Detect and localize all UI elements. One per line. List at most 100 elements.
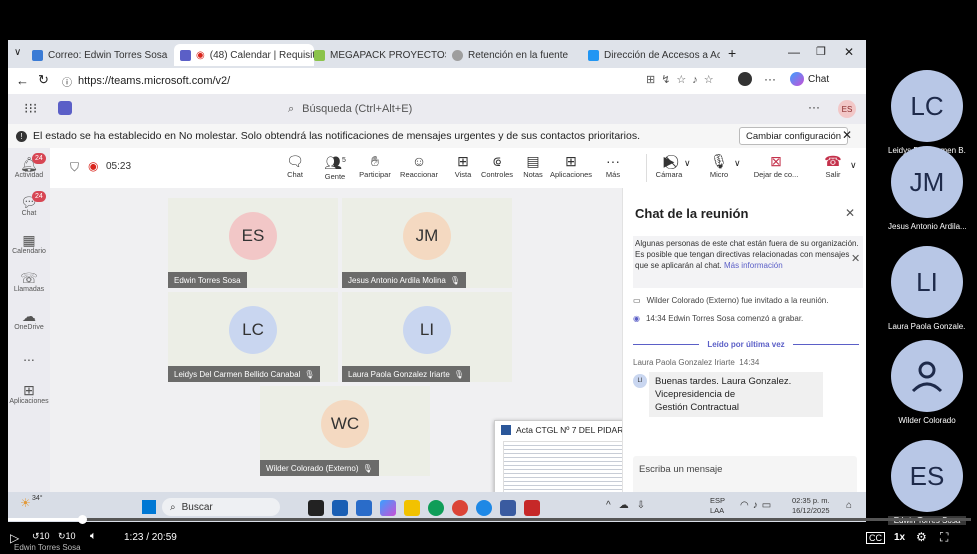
volume-icon[interactable]: 🔈︎ [90,530,97,543]
chat-app-icon[interactable] [476,500,492,516]
more-info-link[interactable]: Más información [724,261,783,270]
shield-icon: ⛉ [70,160,80,174]
sidebar-participant[interactable]: LC Leidys Del Carmen B... [888,70,966,155]
app-icon[interactable] [332,500,348,516]
drive-icon [314,49,325,61]
teams-taskbar-icon[interactable] [500,500,516,516]
tile-name-text: Jesus Antonio Ardila Molina [348,275,446,285]
stop-share-icon: ⊠ [770,153,782,169]
participant-tile[interactable]: ES Edwin Torres Sosa [168,198,338,288]
close-chat-icon[interactable]: ✕ [845,206,855,220]
tab-correo[interactable]: Correo: Edwin Torres Sosa ✕ [32,44,172,66]
minimize-icon[interactable]: — [788,45,800,59]
tool-raise-hand[interactable]: ✋︎ Participar [352,152,398,179]
network-volume-battery-icons[interactable]: ◠♪▭ [740,500,775,511]
divider [633,344,700,345]
windows-start-icon[interactable] [142,500,156,514]
skip-back-button[interactable]: ↺10 [32,531,50,542]
message-bubble[interactable]: Buenas tardes. Laura Gonzalez. Vicepresi… [649,372,823,417]
notification-icon[interactable]: ⌂ [846,500,852,511]
participant-tile[interactable]: LC Leidys Del Carmen Bellido Canabal 🎙︎ [168,292,338,382]
skip-forward-button[interactable]: ↻10 [58,531,76,542]
sidebar-participant[interactable]: JM Jesus Antonio Ardila... [888,146,966,231]
apps-plus-icon: ⊞ [565,153,577,169]
close-notice-icon[interactable]: ✕ [842,128,852,142]
dismiss-warning-icon[interactable]: ✕ [851,252,860,265]
tool-apps[interactable]: ⊞ Aplicaciones [548,152,594,179]
chevron-down-icon[interactable]: ∨ [684,158,691,169]
video-progress-track[interactable] [8,518,971,521]
change-settings-button[interactable]: Cambiar configuración [739,127,849,145]
file-explorer-icon[interactable] [404,500,420,516]
close-window-icon[interactable]: ✕ [844,45,854,59]
search-input[interactable]: ⌕ Búsqueda (Ctrl+Alt+E) [248,100,628,118]
chevron-down-icon[interactable]: ∨ [734,158,741,169]
new-tab-plus-icon[interactable]: + [728,45,736,61]
language-code[interactable]: ESP [710,496,725,505]
tab-calendar[interactable]: ◉ (48) Calendar | Requisit ✕ [174,44,314,66]
toolbar-icons[interactable]: ⊞↯☆♪☆ [646,73,720,86]
pdf-app-icon[interactable] [524,500,540,516]
back-arrow-icon[interactable]: ← [16,73,29,88]
site-info-icon[interactable]: ⓘ [62,74,72,89]
event-text: Wilder Colorado (Externo) fue invitado a… [646,296,829,305]
tool-label: Salir [825,170,841,179]
skip-back-seconds: 10 [39,531,50,541]
task-view-icon[interactable] [308,500,324,516]
chrome-icon[interactable] [452,500,468,516]
restore-icon[interactable]: ❐ [816,45,826,58]
close-icon[interactable]: ✕ [583,49,584,62]
more-apps-icon: ... [23,348,35,364]
tool-more[interactable]: ··· Más [590,152,636,179]
tool-stop-share[interactable]: ⊠ Dejar de co... [748,152,804,179]
rail-item-chat[interactable]: 💬︎ 24 Chat [8,191,50,217]
reload-icon[interactable]: ↻ [38,72,49,88]
settings-gear-icon[interactable]: ⚙︎ [916,530,927,544]
tool-react[interactable]: ☺ Reaccionar [396,152,442,179]
sidebar-participant[interactable]: LI Laura Paola Gonzale... [888,246,966,331]
tab-direccion[interactable]: Dirección de Accesos a Acti ✕ [588,44,720,66]
copilot-icon[interactable] [790,72,804,86]
tool-label: Controles [480,170,514,179]
profile-avatar[interactable]: ES [838,100,856,118]
more-options-icon[interactable]: ··· [808,100,820,114]
muted-mic-icon: 🎙︎ [449,275,460,285]
video-progress-thumb[interactable] [78,515,88,524]
participant-tile[interactable]: LI Laura Paola Gonzalez Iriarte 🎙︎ [342,292,512,382]
app-launcher-icon[interactable]: ⁝⁝⁝ [24,100,37,117]
copilot-icon[interactable] [380,500,396,516]
left-rail: 🔔︎ 24 Actividad 💬︎ 24 Chat ▦ Calendario … [8,148,50,498]
clock-date[interactable]: 16/12/2025 [792,506,830,515]
url-field[interactable]: ⓘ https://teams.microsoft.com/v2/ [62,72,502,90]
rail-item-calendario[interactable]: ▦ Calendario [8,232,50,255]
taskbar-search[interactable]: ⌕ Buscar [162,498,280,516]
tab-megapack[interactable]: MEGAPACK PROYECTOS DE ✕ [314,44,446,66]
more-menu-icon[interactable]: ··· [764,72,776,86]
clock-time[interactable]: 02:35 p. m. [792,496,830,505]
chevron-down-icon[interactable]: ∨ [850,160,857,171]
rail-item-aplicaciones[interactable]: ⊞ Aplicaciones [8,382,50,405]
rail-item-actividad[interactable]: 🔔︎ 24 Actividad [8,153,50,179]
calendar-icon: ▦ [22,232,36,248]
captions-icon[interactable]: CC [866,532,885,544]
rail-item-onedrive[interactable]: ☁︎ OneDrive [8,308,50,331]
participant-tile[interactable]: JM Jesus Antonio Ardila Molina 🎙︎ [342,198,512,288]
weather-icon[interactable]: ☀︎ [20,496,31,510]
extension-icon[interactable] [738,72,752,86]
edge-icon[interactable] [428,500,444,516]
participant-tile[interactable]: WC Wilder Colorado (Externo) 🎙︎ [260,386,430,476]
rail-item-llamadas[interactable]: ☏ Llamadas [8,270,50,293]
sidebar-participant[interactable]: ES Edwin Torres Sosa [888,440,966,525]
sidebar-participant[interactable]: Wilder Colorado [888,340,966,425]
address-bar: ← ↻ ⓘ https://teams.microsoft.com/v2/ ⊞↯… [8,68,866,95]
rail-item-more[interactable]: ... [8,348,50,364]
keyboard-layout[interactable]: LAA [710,506,724,515]
outlook-icon [32,49,43,61]
tab-list-chevron-icon[interactable]: ∨ [14,47,21,58]
shield-app-icon[interactable] [356,500,372,516]
fullscreen-icon[interactable]: ⛶ [940,530,948,545]
tray-icons[interactable]: ^☁⇩ [606,500,653,511]
playback-speed[interactable]: 1x [894,532,905,543]
tab-retencion[interactable]: Retención en la fuente ✕ [452,44,584,66]
copilot-chat-label[interactable]: Chat [808,74,829,85]
